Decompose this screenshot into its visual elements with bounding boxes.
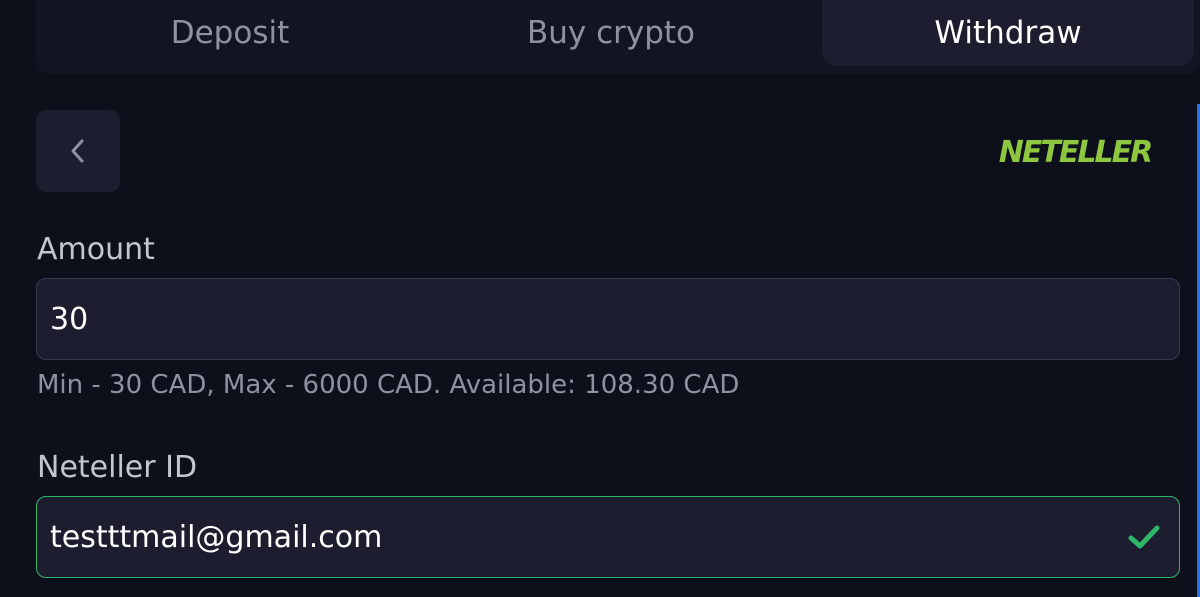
chevron-left-icon: [71, 139, 84, 163]
tab-withdraw[interactable]: Withdraw: [822, 0, 1194, 66]
neteller-id-value: testttmail@gmail.com: [50, 519, 383, 555]
neteller-id-label: Neteller ID: [37, 450, 198, 485]
amount-input[interactable]: 30: [36, 278, 1180, 360]
neteller-id-input[interactable]: testttmail@gmail.com: [36, 496, 1180, 578]
amount-value: 30: [50, 301, 89, 337]
neteller-logo: NETELLER: [998, 134, 1153, 170]
amount-label: Amount: [37, 232, 155, 267]
check-icon: [1128, 525, 1160, 549]
amount-limits-hint: Min - 30 CAD, Max - 6000 CAD. Available:…: [37, 370, 740, 400]
payment-tabs: Deposit Buy crypto Withdraw: [36, 0, 1200, 74]
back-button[interactable]: [36, 110, 120, 192]
tab-buy-crypto[interactable]: Buy crypto: [436, 0, 786, 66]
tab-deposit[interactable]: Deposit: [48, 0, 412, 66]
